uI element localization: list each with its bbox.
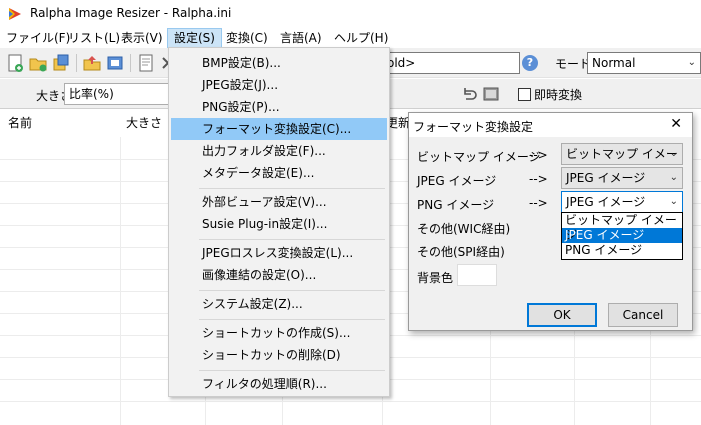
format-conversion-dialog: フォーマット変換設定 ✕ ビットマップ イメージ --> ビットマップ イメージ… xyxy=(408,112,693,331)
chevron-down-icon: ⌄ xyxy=(669,148,678,159)
mode-select-value: Normal xyxy=(592,56,636,70)
window-title: Ralpha Image Resizer - Ralpha.ini xyxy=(30,6,232,20)
document-icon[interactable] xyxy=(136,53,156,73)
dialog-title: フォーマット変換設定 xyxy=(413,120,534,134)
menu-item-jpeg-lossless[interactable]: JPEGロスレス変換設定(L)... xyxy=(171,242,387,264)
chevron-down-icon: ⌄ xyxy=(669,196,678,207)
menu-separator xyxy=(199,290,385,291)
instant-convert-label: 即時変換 xyxy=(534,88,583,102)
png-target-select[interactable]: JPEG イメージ ⌄ xyxy=(561,191,683,213)
menu-bar: ファイル(F) リスト(L) 表示(V) 設定(S) 変換(C) 言語(A) ヘ… xyxy=(0,28,701,48)
output-path-field[interactable]: old> xyxy=(380,52,520,74)
bitmap-target-select[interactable]: ビットマップ イメージ ⌄ xyxy=(561,143,683,181)
option-bitmap[interactable]: ビットマップ イメージ xyxy=(562,213,682,242)
menu-item-filter-order[interactable]: フィルタの処理順(R)... xyxy=(171,373,387,395)
output-folder-icon[interactable] xyxy=(105,53,125,73)
menu-item-external-viewer[interactable]: 外部ビューア設定(V)... xyxy=(171,191,387,213)
png-target-value: JPEG イメージ xyxy=(566,195,646,209)
other-spi-label: その他(SPI経由) xyxy=(417,245,505,259)
menu-item-format-conversion[interactable]: フォーマット変換設定(C)... xyxy=(171,118,387,140)
chevron-down-icon: ⌄ xyxy=(687,57,696,68)
jpeg-source-label: JPEG イメージ xyxy=(417,174,497,188)
arrow-label: --> xyxy=(529,172,548,186)
settings-menu: BMP設定(B)... JPEG設定(J)... PNG設定(P)... フォー… xyxy=(168,47,390,397)
menu-item-image-concat[interactable]: 画像連結の設定(O)... xyxy=(171,264,387,286)
mode-select[interactable]: Normal ⌄ xyxy=(587,52,701,74)
menu-item-bmp-settings[interactable]: BMP設定(B)... xyxy=(171,52,387,74)
undo-icon[interactable] xyxy=(460,85,478,103)
menu-view[interactable]: 表示(V) xyxy=(115,28,169,48)
new-list-icon[interactable] xyxy=(5,53,25,73)
cancel-button[interactable]: Cancel xyxy=(608,303,678,327)
menu-item-delete-shortcut[interactable]: ショートカットの削除(D) xyxy=(171,344,387,366)
size-mode-value: 比率(%) xyxy=(69,87,114,101)
menu-item-susie-plugin[interactable]: Susie Plug-in設定(I)... xyxy=(171,213,387,235)
png-target-options-list[interactable]: ビットマップ イメージ JPEG イメージ PNG イメージ xyxy=(561,212,683,260)
menu-settings[interactable]: 設定(S) xyxy=(167,28,222,48)
bg-color-label: 背景色 xyxy=(417,271,454,285)
column-header-size[interactable]: 大きさ xyxy=(126,114,162,131)
menu-item-create-shortcut[interactable]: ショートカットの作成(S)... xyxy=(171,322,387,344)
column-header-name[interactable]: 名前 xyxy=(8,114,32,131)
option-jpeg[interactable]: JPEG イメージ xyxy=(562,228,682,243)
menu-separator xyxy=(199,188,385,189)
help-icon[interactable]: ? xyxy=(522,55,538,71)
open-folder-icon[interactable] xyxy=(28,53,48,73)
add-files-icon[interactable] xyxy=(51,53,71,73)
menu-separator xyxy=(199,319,385,320)
jpeg-target-select[interactable]: JPEG イメージ ⌄ xyxy=(561,167,683,189)
folder-up-icon[interactable] xyxy=(82,53,102,73)
image-preview-icon[interactable] xyxy=(482,85,500,103)
mode-label: モード xyxy=(555,57,592,71)
menu-item-metadata[interactable]: メタデータ設定(E)... xyxy=(171,162,387,184)
toolbar-separator xyxy=(130,54,131,72)
arrow-label: --> xyxy=(529,148,548,162)
menu-item-png-settings[interactable]: PNG設定(P)... xyxy=(171,96,387,118)
menu-separator xyxy=(199,239,385,240)
menu-item-system-settings[interactable]: システム設定(Z)... xyxy=(171,293,387,315)
bitmap-source-label: ビットマップ イメージ xyxy=(417,150,541,164)
grid-line xyxy=(0,401,701,402)
other-wic-label: その他(WIC経由) xyxy=(417,222,511,236)
arrow-label: --> xyxy=(529,196,548,210)
toolbar-separator xyxy=(76,54,77,72)
menu-separator xyxy=(199,370,385,371)
menu-language[interactable]: 言語(A) xyxy=(274,28,328,48)
bg-color-swatch[interactable] xyxy=(457,264,497,286)
close-icon[interactable]: ✕ xyxy=(670,116,682,132)
menu-convert[interactable]: 変換(C) xyxy=(220,28,274,48)
menu-help[interactable]: ヘルプ(H) xyxy=(328,28,394,48)
menu-item-output-folder[interactable]: 出力フォルダ設定(F)... xyxy=(171,140,387,162)
jpeg-target-value: JPEG イメージ xyxy=(566,171,646,185)
dialog-title-bar: フォーマット変換設定 ✕ xyxy=(409,113,692,137)
app-icon xyxy=(9,8,21,20)
size-mode-select[interactable]: 比率(%) xyxy=(64,83,174,105)
ok-button[interactable]: OK xyxy=(527,303,597,327)
instant-convert-checkbox[interactable] xyxy=(518,88,531,101)
title-bar: Ralpha Image Resizer - Ralpha.ini xyxy=(0,0,701,28)
menu-item-jpeg-settings[interactable]: JPEG設定(J)... xyxy=(171,74,387,96)
png-source-label: PNG イメージ xyxy=(417,198,495,212)
chevron-down-icon: ⌄ xyxy=(669,172,678,183)
option-png[interactable]: PNG イメージ xyxy=(562,243,682,258)
